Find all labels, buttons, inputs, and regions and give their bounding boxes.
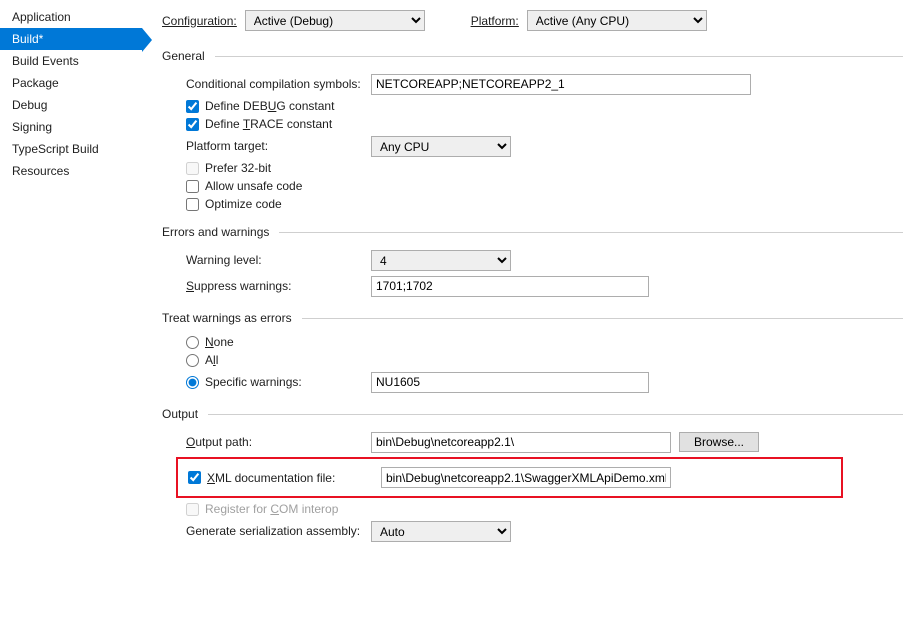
configuration-select[interactable]: Active (Debug) [245, 10, 425, 31]
section-title-treat: Treat warnings as errors [162, 311, 292, 325]
section-title-general: General [162, 49, 205, 63]
allow-unsafe-label: Allow unsafe code [205, 179, 302, 193]
sidebar-item-build[interactable]: Build* [0, 28, 142, 50]
sidebar-item-build-events[interactable]: Build Events [0, 50, 142, 72]
serialize-label: Generate serialization assembly: [186, 524, 371, 538]
platform-target-label: Platform target: [186, 139, 371, 153]
main-panel: Configuration: Active (Debug) Platform: … [142, 0, 923, 632]
section-general: General Conditional compilation symbols:… [162, 49, 903, 211]
sidebar-item-debug[interactable]: Debug [0, 94, 142, 116]
define-debug-checkbox[interactable] [186, 100, 199, 113]
warning-level-select[interactable]: 4 [371, 250, 511, 271]
treat-specific-input[interactable] [371, 372, 649, 393]
section-output: Output Output path: Browse... XML docume… [162, 407, 903, 542]
xml-doc-input[interactable] [381, 467, 671, 488]
sidebar-item-application[interactable]: Application [0, 6, 142, 28]
sidebar-item-package[interactable]: Package [0, 72, 142, 94]
suppress-warnings-input[interactable] [371, 276, 649, 297]
treat-specific-radio[interactable] [186, 376, 199, 389]
allow-unsafe-checkbox[interactable] [186, 180, 199, 193]
platform-target-select[interactable]: Any CPU [371, 136, 511, 157]
output-path-label: Output path: [186, 435, 371, 449]
divider [279, 232, 903, 233]
treat-all-radio[interactable] [186, 354, 199, 367]
treat-specific-label: Specific warnings: [205, 375, 302, 389]
section-treat-warnings: Treat warnings as errors None All Specif… [162, 311, 903, 393]
optimize-code-label: Optimize code [205, 197, 282, 211]
cond-symbols-input[interactable] [371, 74, 751, 95]
com-interop-checkbox [186, 503, 199, 516]
serialize-select[interactable]: Auto [371, 521, 511, 542]
section-title-output: Output [162, 407, 198, 421]
platform-select[interactable]: Active (Any CPU) [527, 10, 707, 31]
xml-doc-highlight: XML documentation file: [176, 457, 843, 498]
sidebar: Application Build* Build Events Package … [0, 0, 142, 632]
section-errors: Errors and warnings Warning level: 4 Sup… [162, 225, 903, 297]
platform-label: Platform: [471, 14, 519, 28]
sidebar-item-resources[interactable]: Resources [0, 160, 142, 182]
section-title-errors: Errors and warnings [162, 225, 269, 239]
warning-level-label: Warning level: [186, 253, 371, 267]
treat-none-radio[interactable] [186, 336, 199, 349]
optimize-code-checkbox[interactable] [186, 198, 199, 211]
define-trace-checkbox[interactable] [186, 118, 199, 131]
divider [208, 414, 903, 415]
sidebar-item-typescript-build[interactable]: TypeScript Build [0, 138, 142, 160]
divider [302, 318, 903, 319]
com-interop-label: Register for COM interop [205, 502, 338, 516]
treat-all-label: All [205, 353, 218, 367]
suppress-warnings-label: Suppress warnings: [186, 279, 371, 293]
output-path-input[interactable] [371, 432, 671, 453]
browse-button[interactable]: Browse... [679, 432, 759, 452]
define-debug-label: Define DEBUG constant [205, 99, 334, 113]
config-platform-row: Configuration: Active (Debug) Platform: … [162, 10, 903, 31]
sidebar-item-signing[interactable]: Signing [0, 116, 142, 138]
define-trace-label: Define TRACE constant [205, 117, 332, 131]
divider [215, 56, 903, 57]
prefer-32bit-label: Prefer 32-bit [205, 161, 271, 175]
cond-symbols-label: Conditional compilation symbols: [186, 77, 371, 91]
treat-none-label: None [205, 335, 234, 349]
configuration-label: Configuration: [162, 14, 237, 28]
xml-doc-checkbox[interactable] [188, 471, 201, 484]
xml-doc-label: XML documentation file: [207, 471, 375, 485]
prefer-32bit-checkbox [186, 162, 199, 175]
